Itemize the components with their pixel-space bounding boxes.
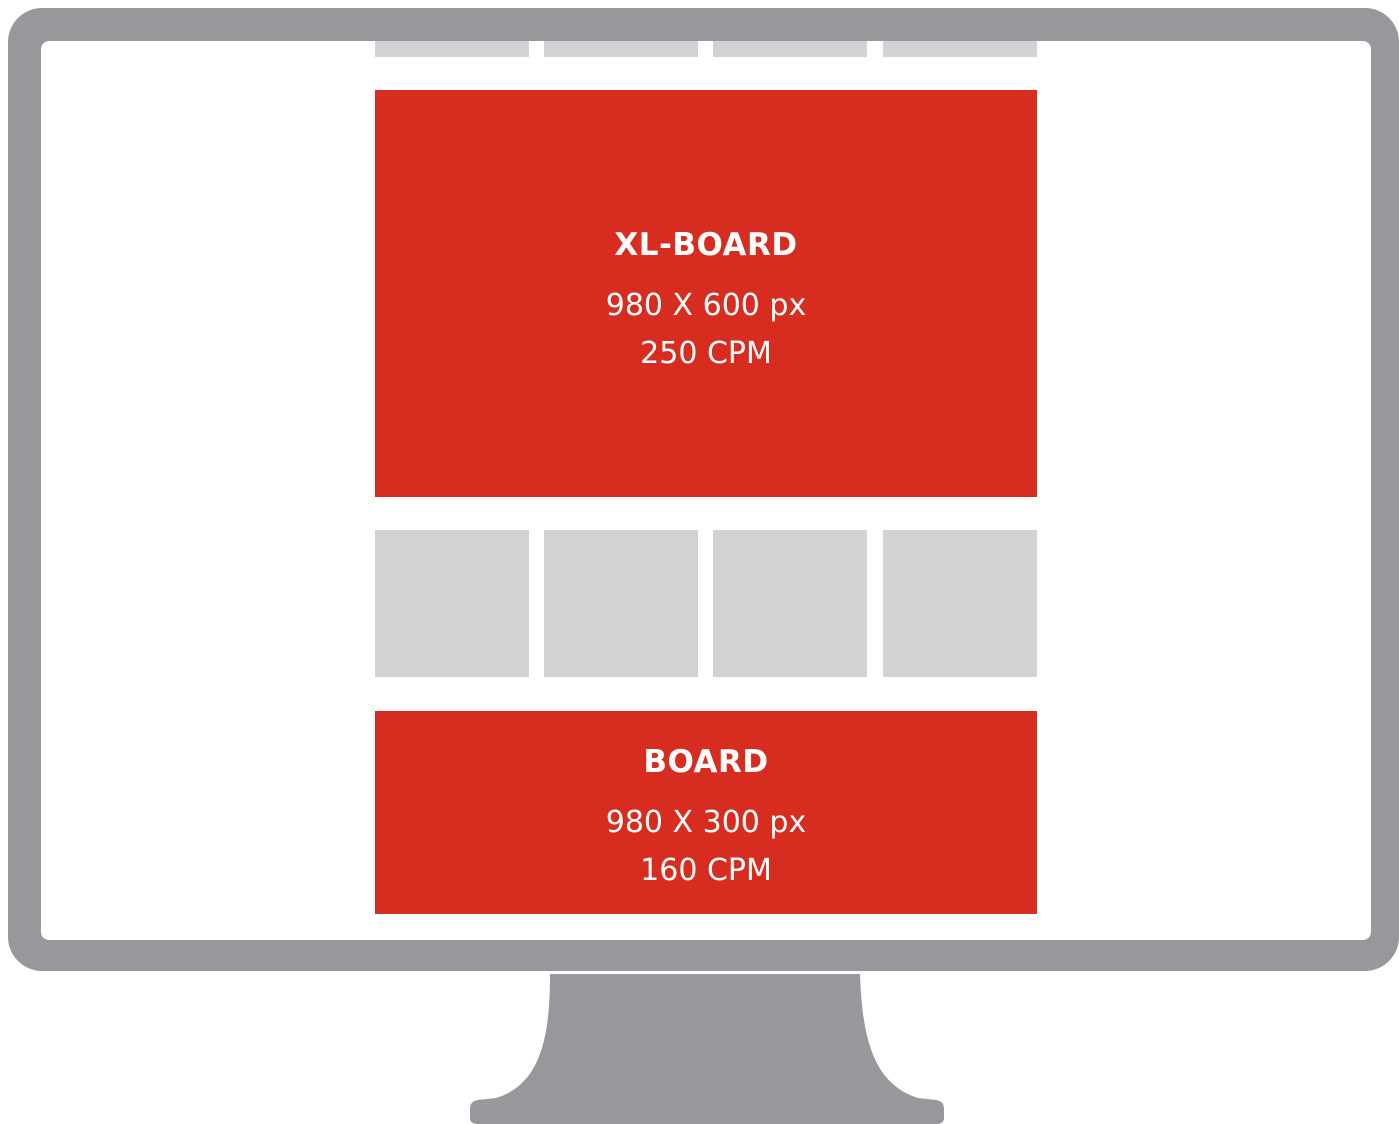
content-tile: [544, 41, 698, 57]
content-tile: [883, 530, 1037, 677]
content-tile: [713, 41, 867, 57]
board-ad: BOARD 980 X 300 px 160 CPM: [375, 711, 1037, 914]
content-tile: [883, 41, 1037, 57]
content-tile: [544, 530, 698, 677]
monitor-screen: XL-BOARD 980 X 600 px 250 CPM BOARD 980 …: [41, 41, 1371, 940]
ad-dimensions: 980 X 600 px: [605, 288, 807, 323]
ad-title: BOARD: [643, 744, 769, 780]
ad-title: XL-BOARD: [614, 227, 798, 263]
ad-price: 250 CPM: [640, 336, 772, 371]
ad-dimensions: 980 X 300 px: [605, 805, 807, 840]
xl-board-ad: XL-BOARD 980 X 600 px 250 CPM: [375, 90, 1037, 497]
monitor-stand: [470, 974, 944, 1124]
content-tile: [375, 41, 529, 57]
content-tile: [713, 530, 867, 677]
content-tile: [375, 530, 529, 677]
ad-price: 160 CPM: [640, 853, 772, 888]
